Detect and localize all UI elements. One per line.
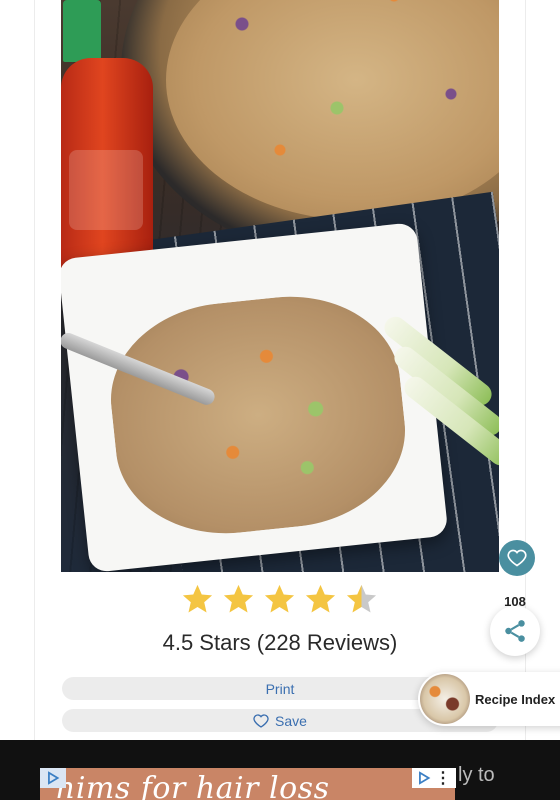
recipe-photo <box>61 0 499 572</box>
half-star-icon[interactable] <box>344 582 379 617</box>
print-label: Print <box>265 680 295 697</box>
recipe-index-label: Recipe Index <box>475 691 556 707</box>
ad-controls[interactable]: ⋮ <box>412 768 456 788</box>
favorite-button[interactable] <box>499 540 535 576</box>
star-icon[interactable] <box>180 582 215 617</box>
more-vertical-icon[interactable]: ⋮ <box>435 768 451 788</box>
adchoices-icon[interactable] <box>417 771 431 785</box>
star-rating[interactable] <box>180 582 380 618</box>
adchoices-icon[interactable] <box>40 768 66 788</box>
ad-trailing-text: ly to <box>458 764 495 786</box>
save-label: Save <box>275 712 307 729</box>
recipe-index-thumbnail <box>420 674 470 724</box>
sriracha-bottle <box>61 0 153 285</box>
star-icon[interactable] <box>221 582 256 617</box>
ad-banner-text[interactable]: hims for hair loss <box>56 771 329 800</box>
heart-icon <box>507 549 527 567</box>
rating-summary: 4.5 Stars (228 Reviews) <box>162 630 398 655</box>
heart-outline-icon <box>253 713 269 728</box>
star-icon[interactable] <box>262 582 297 617</box>
recipe-index-button[interactable]: Recipe Index <box>418 672 560 726</box>
star-icon[interactable] <box>303 582 338 617</box>
